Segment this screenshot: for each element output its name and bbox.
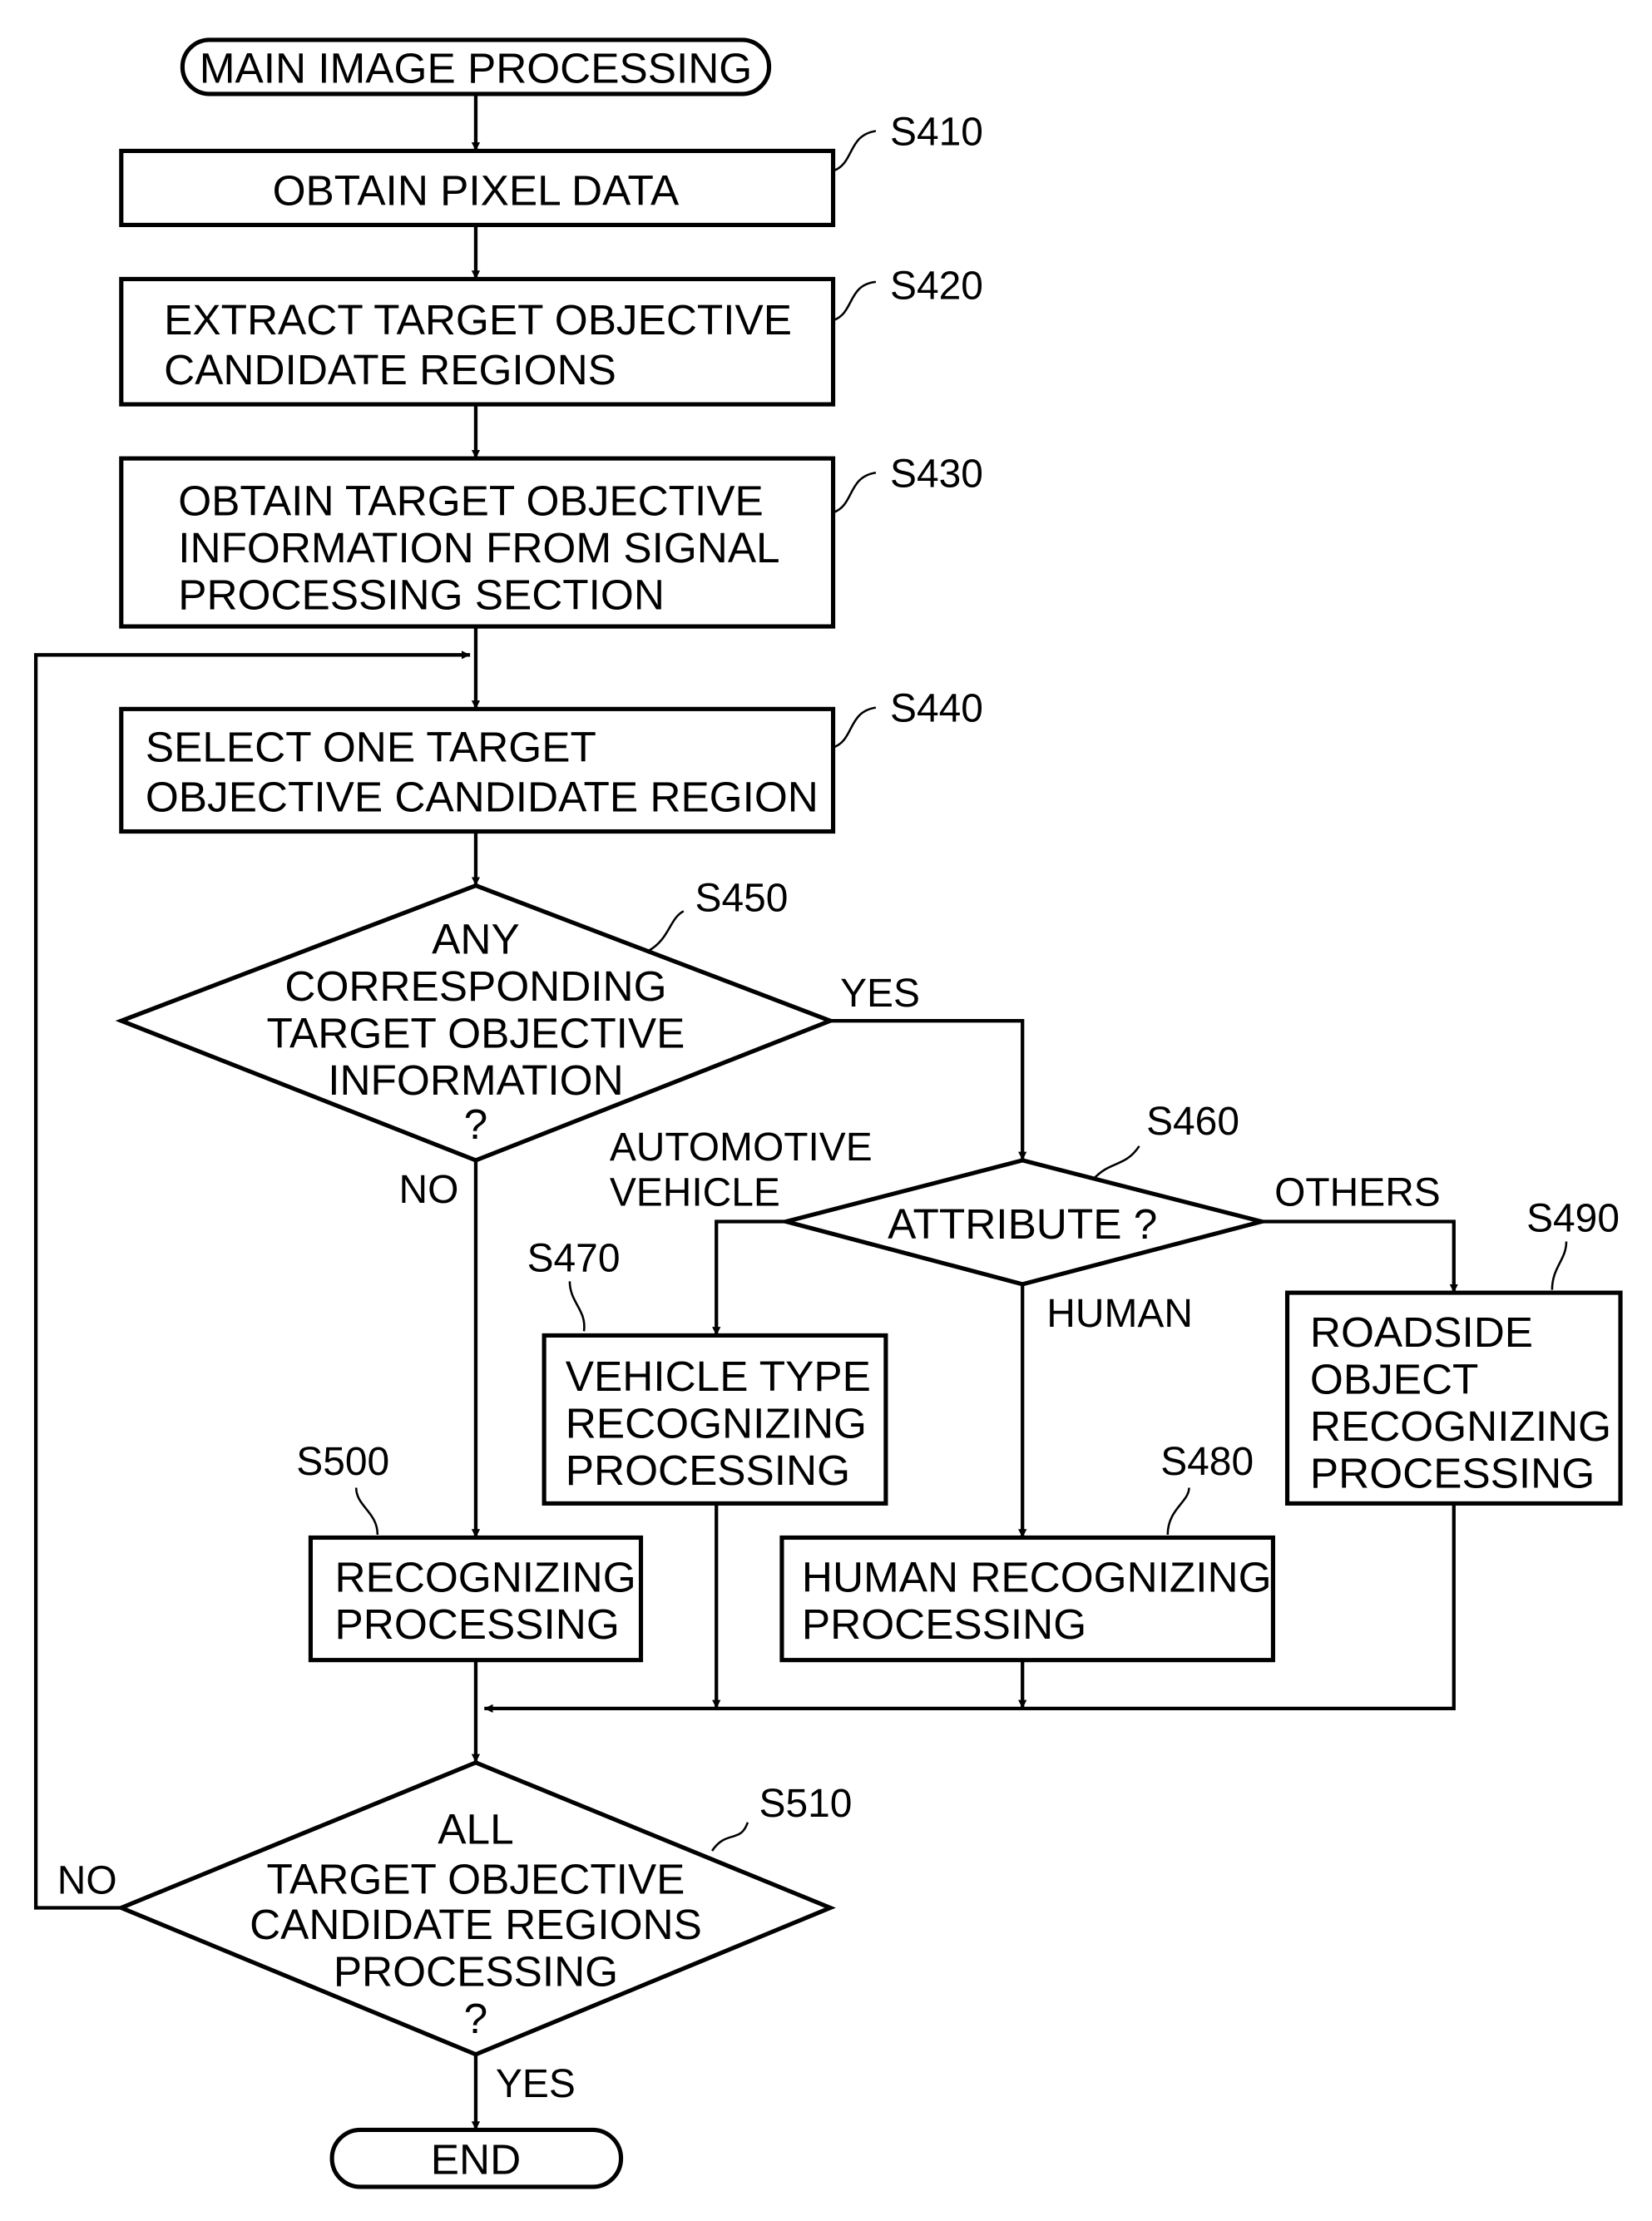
branch-s510-yes: YES [496,2062,576,2106]
step-s490-line-2: OBJECT [1310,1356,1478,1403]
leader-s490 [1551,1241,1568,1290]
step-s440-line-1: SELECT ONE TARGET [146,724,596,771]
step-id-s410: S410 [890,111,983,155]
loop-back-arrow [33,650,471,1910]
start-label: MAIN IMAGE PROCESSING [200,44,753,92]
decision-s450-line-4: INFORMATION [328,1056,623,1104]
leader-s450 [647,910,685,952]
decision-s460-line-1: ATTRIBUTE ? [888,1200,1157,1248]
leader-s420 [833,280,877,322]
step-s470-line-2: RECOGNIZING [566,1400,867,1447]
branch-s450-no: NO [399,1168,459,1212]
decision-s510-line-5: ? [464,1995,488,2042]
step-s430-line-2: INFORMATION FROM SIGNAL [178,524,779,571]
decision-s510-line-4: PROCESSING [334,1948,618,1996]
step-s470: VEHICLE TYPE RECOGNIZING PROCESSING S470 [527,1236,888,1506]
step-s440-line-2: OBJECTIVE CANDIDATE REGION [146,774,819,821]
step-s420: EXTRACT TARGET OBJECTIVE CANDIDATE REGIO… [119,264,983,407]
step-s490-line-1: ROADSIDE [1310,1308,1533,1356]
branch-s510-no: NO [57,1858,117,1902]
decision-s510: ALL TARGET OBJECTIVE CANDIDATE REGIONS P… [116,1760,853,2057]
step-id-s510: S510 [759,1782,853,1826]
step-id-s460: S460 [1146,1100,1239,1144]
step-s480-line-2: PROCESSING [802,1600,1086,1648]
branch-s460-vehicle-line-1: AUTOMOTIVE [610,1125,873,1170]
step-s410-line-1: OBTAIN PIXEL DATA [273,166,680,214]
step-id-s500: S500 [296,1440,389,1484]
decision-s450-line-2: CORRESPONDING [284,962,666,1010]
step-id-s420: S420 [890,264,983,308]
step-id-s490: S490 [1526,1196,1620,1240]
step-s500-line-2: PROCESSING [335,1600,620,1648]
branch-s460-vehicle-line-2: VEHICLE [610,1171,780,1215]
step-s490-line-3: RECOGNIZING [1310,1402,1611,1450]
end-terminal: END [329,2127,624,2189]
leader-s500 [354,1487,379,1536]
step-s480-line-1: HUMAN RECOGNIZING [802,1553,1272,1600]
step-id-s470: S470 [527,1236,621,1280]
step-id-s440: S440 [890,687,983,731]
decision-s510-line-2: TARGET OBJECTIVE [267,1855,685,1902]
leader-s440 [833,706,877,749]
flowchart: MAIN IMAGE PROCESSING OBTAIN PIXEL DATA … [33,37,1623,2189]
step-s490-line-4: PROCESSING [1310,1450,1595,1497]
leader-s430 [833,471,877,514]
step-s430-line-1: OBTAIN TARGET OBJECTIVE [178,477,764,525]
start-terminal: MAIN IMAGE PROCESSING [180,37,772,96]
step-s500-line-1: RECOGNIZING [335,1553,636,1600]
decision-s450-line-3: TARGET OBJECTIVE [267,1010,685,1057]
step-s440: SELECT ONE TARGET OBJECTIVE CANDIDATE RE… [119,687,983,834]
step-s420-line-2: CANDIDATE REGIONS [164,346,616,393]
decision-s510-line-1: ALL [438,1805,513,1852]
end-label: END [431,2136,521,2184]
decision-s450: ANY CORRESPONDING TARGET OBJECTIVE INFOR… [115,876,837,1163]
branch-s460-others: OTHERS [1274,1171,1441,1215]
step-s420-line-1: EXTRACT TARGET OBJECTIVE [164,296,792,344]
leader-s480 [1166,1487,1190,1536]
decision-s450-line-1: ANY [432,916,520,963]
step-s470-line-3: PROCESSING [566,1447,850,1494]
decision-s450-line-5: ? [464,1101,488,1148]
branch-s450-yes: YES [840,972,920,1016]
arrow-s460-vehicle [712,1219,787,1336]
leader-s410 [833,130,877,172]
branch-s460-human: HUMAN [1046,1292,1193,1336]
step-id-s450: S450 [695,876,789,920]
step-s430: OBTAIN TARGET OBJECTIVE INFORMATION FROM… [119,452,983,629]
step-s470-line-1: VEHICLE TYPE [566,1353,871,1400]
step-id-s430: S430 [890,452,983,496]
arrow-s460-others [1261,1219,1458,1294]
step-id-s480: S480 [1160,1440,1254,1484]
decision-s510-line-3: CANDIDATE REGIONS [250,1901,702,1948]
step-s410: OBTAIN PIXEL DATA S410 [119,111,983,227]
leader-s470 [568,1281,586,1332]
step-s430-line-3: PROCESSING SECTION [178,571,665,619]
leader-s510 [711,1822,749,1852]
leader-s460 [1092,1145,1140,1180]
